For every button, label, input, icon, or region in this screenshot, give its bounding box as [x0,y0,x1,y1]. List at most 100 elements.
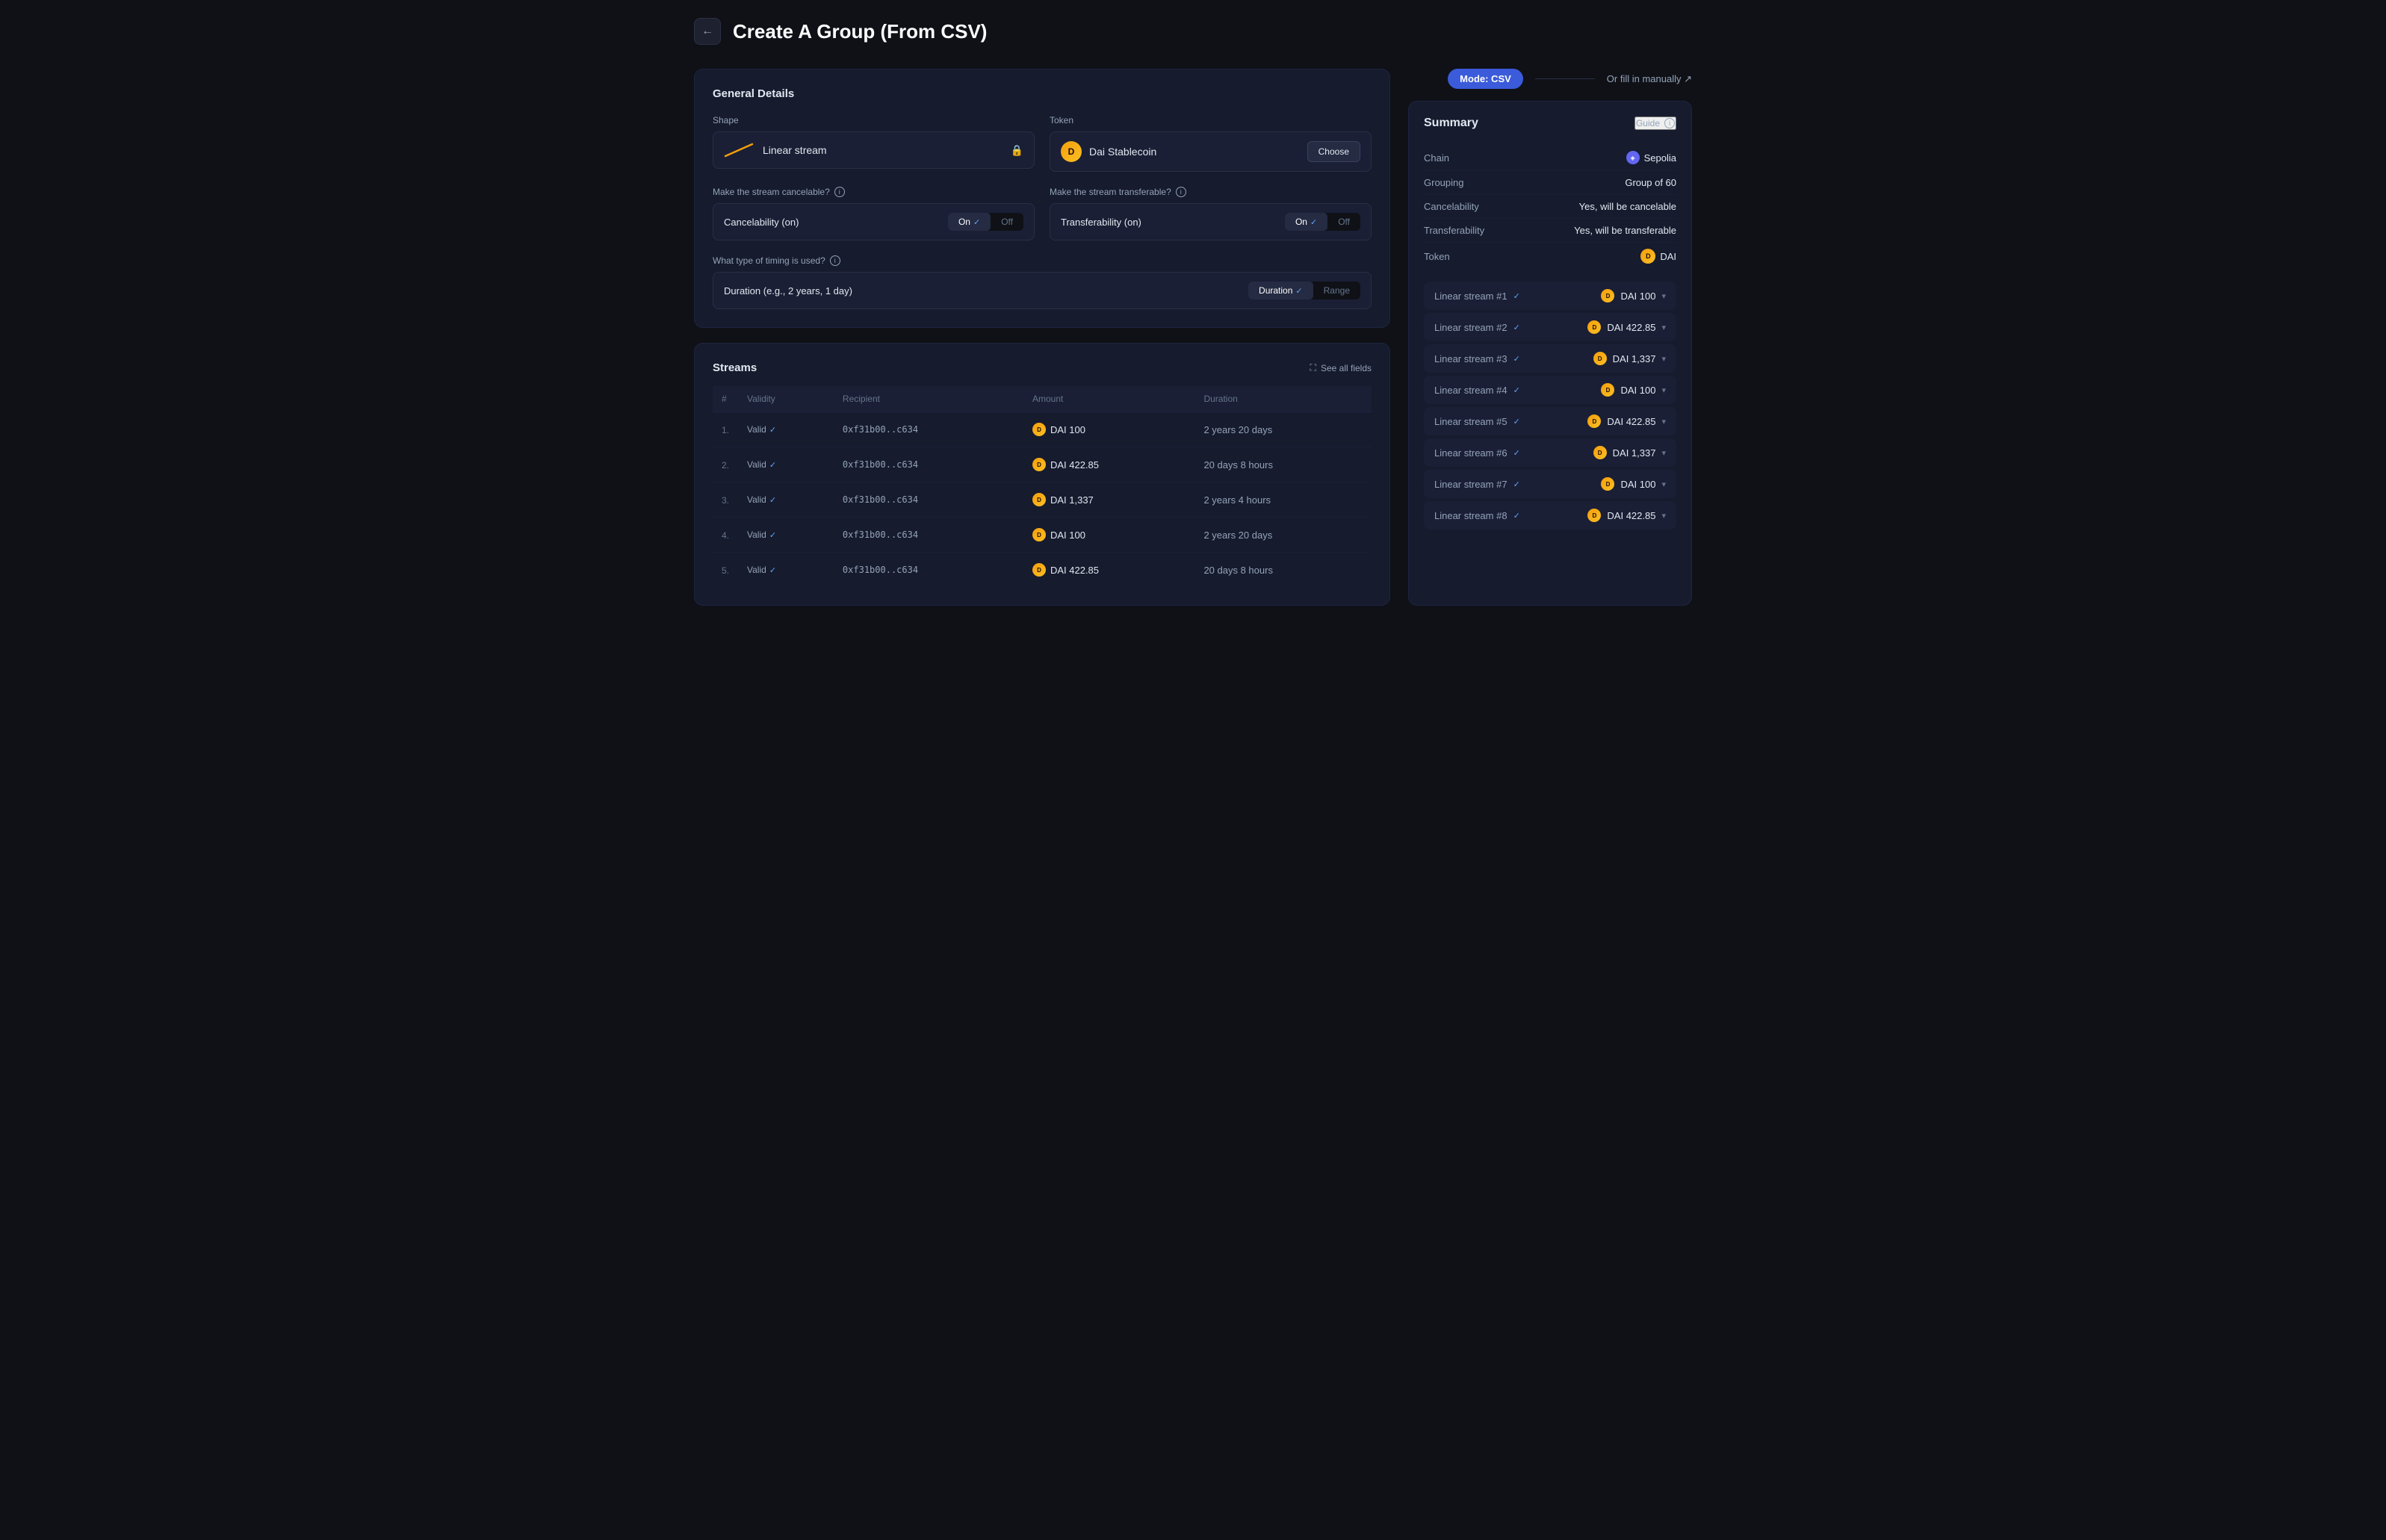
shape-name: Linear stream [763,144,827,156]
row-validity: Valid ✓ [738,553,834,588]
summary-key: Transferability [1424,225,1484,236]
transferability-group: Make the stream transferable? i Transfer… [1050,187,1372,240]
transferability-label: Make the stream transferable? i [1050,187,1372,197]
dai-amount-icon: D [1032,563,1046,577]
cancelability-info-icon[interactable]: i [834,187,845,197]
chevron-down-icon: ▾ [1661,479,1666,489]
manual-link[interactable]: Or fill in manually ↗ [1607,73,1692,85]
chevron-down-icon: ▾ [1661,354,1666,364]
row-validity: Valid ✓ [738,482,834,518]
stream-dai-icon: D [1601,289,1614,302]
stream-check-icon: ✓ [1513,448,1520,458]
row-num: 3. [713,482,738,518]
stream-list-item[interactable]: Linear stream #8 ✓ D DAI 422.85 ▾ [1424,501,1676,530]
validity-check-icon: ✓ [769,565,776,575]
timing-toggle-row: Duration (e.g., 2 years, 1 day) Duration… [713,272,1372,309]
page-title: Create A Group (From CSV) [733,20,987,43]
summary-key: Chain [1424,152,1449,164]
guide-button[interactable]: Guide i [1634,117,1676,130]
range-button[interactable]: Range [1313,282,1360,299]
row-validity: Valid ✓ [738,412,834,447]
stream-list: Linear stream #1 ✓ D DAI 100 ▾ Linear st… [1424,282,1676,530]
stream-amount: DAI 1,337 [1613,353,1656,364]
dai-amount-icon: D [1032,458,1046,471]
dai-icon: D [1061,141,1082,162]
stream-list-item[interactable]: Linear stream #7 ✓ D DAI 100 ▾ [1424,470,1676,498]
stream-list-item[interactable]: Linear stream #6 ✓ D DAI 1,337 ▾ [1424,438,1676,467]
transferability-toggle-group: On ✓ Off [1285,213,1360,231]
stream-dai-icon: D [1601,383,1614,397]
duration-button[interactable]: Duration ✓ [1248,282,1313,299]
stream-amount: DAI 422.85 [1607,322,1655,333]
stream-amount: DAI 1,337 [1613,447,1656,459]
lock-icon: 🔒 [1011,144,1023,157]
cancelability-on-button[interactable]: On ✓ [948,213,991,231]
col-recipient: Recipient [834,386,1023,412]
stream-dai-icon: D [1593,352,1607,365]
stream-list-item[interactable]: Linear stream #1 ✓ D DAI 100 ▾ [1424,282,1676,310]
chevron-down-icon: ▾ [1661,291,1666,301]
streams-table: # Validity Recipient Amount Duration 1. … [713,386,1372,587]
summary-key: Grouping [1424,177,1463,188]
stream-amount: DAI 100 [1620,291,1655,302]
row-duration: 2 years 20 days [1194,412,1372,447]
transferability-field-label: Transferability (on) [1061,217,1141,228]
row-duration: 20 days 8 hours [1194,447,1372,482]
token-label: Token [1050,115,1372,125]
stream-label: Linear stream #5 [1434,416,1507,427]
table-row: 3. Valid ✓ 0xf31b00..c634 D DAI 1,337 2 … [713,482,1372,518]
stream-amount: DAI 422.85 [1607,510,1655,521]
row-num: 1. [713,412,738,447]
stream-list-item[interactable]: Linear stream #3 ✓ D DAI 1,337 ▾ [1424,344,1676,373]
validity-check-icon: ✓ [769,530,776,540]
col-num: # [713,386,738,412]
summary-row: Token DDAI [1424,243,1676,270]
shape-field[interactable]: Linear stream 🔒 [713,131,1035,169]
stream-check-icon: ✓ [1513,417,1520,426]
right-panel: Mode: CSV Or fill in manually ↗ Summary … [1408,69,1692,606]
row-duration: 2 years 20 days [1194,518,1372,553]
summary-value: Yes, will be cancelable [1579,201,1676,212]
table-row: 2. Valid ✓ 0xf31b00..c634 D DAI 422.85 2… [713,447,1372,482]
col-amount: Amount [1023,386,1194,412]
chain-icon: ◈ [1626,151,1640,164]
expand-icon: ⛶ [1310,362,1316,373]
summary-row: Grouping Group of 60 [1424,171,1676,195]
stream-list-item[interactable]: Linear stream #4 ✓ D DAI 100 ▾ [1424,376,1676,404]
stream-dai-icon: D [1587,415,1601,428]
validity-check-icon: ✓ [769,425,776,435]
cancelability-off-button[interactable]: Off [991,213,1023,231]
row-duration: 20 days 8 hours [1194,553,1372,588]
timing-info-icon[interactable]: i [830,255,840,266]
col-validity: Validity [738,386,834,412]
dai-amount-icon: D [1032,493,1046,506]
summary-row: Cancelability Yes, will be cancelable [1424,195,1676,219]
timing-group: What type of timing is used? i Duration … [713,255,1372,309]
stream-amount: DAI 100 [1620,479,1655,490]
stream-list-item[interactable]: Linear stream #5 ✓ D DAI 422.85 ▾ [1424,407,1676,435]
streams-title: Streams [713,361,757,374]
see-all-fields-button[interactable]: ⛶ See all fields [1310,362,1372,373]
transferability-off-button[interactable]: Off [1327,213,1360,231]
validity-check-icon: ✓ [769,460,776,470]
col-duration: Duration [1194,386,1372,412]
choose-token-button[interactable]: Choose [1307,141,1360,162]
stream-list-item[interactable]: Linear stream #2 ✓ D DAI 422.85 ▾ [1424,313,1676,341]
transferability-info-icon[interactable]: i [1176,187,1186,197]
transferability-check-icon: ✓ [1310,217,1317,227]
stream-check-icon: ✓ [1513,354,1520,364]
chevron-down-icon: ▾ [1661,323,1666,332]
row-amount: D DAI 422.85 [1023,447,1194,482]
dai-summary-icon: D [1640,249,1655,264]
stream-dai-icon: D [1601,477,1614,491]
back-button[interactable]: ← [694,18,721,45]
transferability-toggle-row: Transferability (on) On ✓ Off [1050,203,1372,240]
stream-check-icon: ✓ [1513,385,1520,395]
row-amount: D DAI 422.85 [1023,553,1194,588]
transferability-on-button[interactable]: On ✓ [1285,213,1327,231]
summary-value: Yes, will be transferable [1574,225,1676,236]
summary-card: Summary Guide i Chain ◈Sepolia Grouping … [1408,101,1692,606]
row-validity: Valid ✓ [738,447,834,482]
summary-key: Cancelability [1424,201,1479,212]
chevron-down-icon: ▾ [1661,417,1666,426]
